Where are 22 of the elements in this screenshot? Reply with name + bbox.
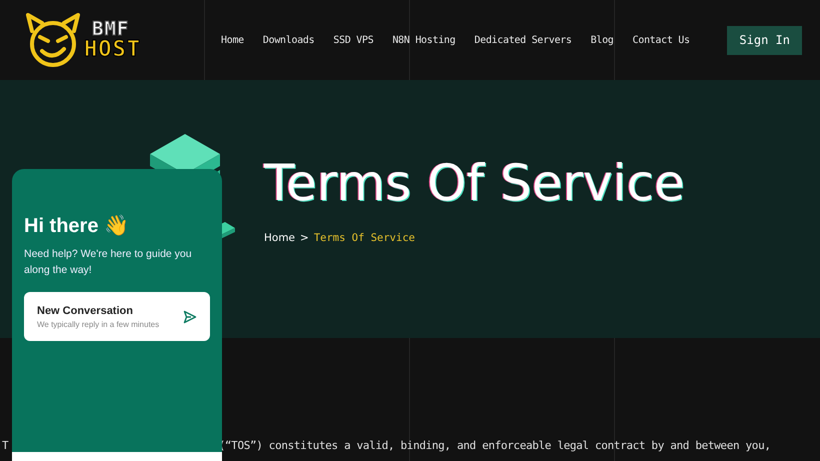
nav-link[interactable]: SSD VPS [333, 34, 374, 46]
breadcrumb-link[interactable]: > [300, 232, 309, 244]
send-icon[interactable] [183, 310, 197, 324]
greeting-heading: Hi there 👋 [24, 214, 130, 238]
logo-text: BMF [92, 20, 130, 38]
devil-face-icon [24, 11, 82, 69]
nav-link[interactable]: Home [221, 34, 244, 46]
card-title: New Conversation [37, 304, 134, 316]
greeting-text: Need help? We're here to guide you along the way! [24, 247, 193, 278]
new-conversation-card[interactable]: New Conversation We typically reply in a few minutes [24, 292, 210, 341]
logo-text: HOST [84, 38, 141, 60]
nav-link[interactable]: N8N Hosting [392, 34, 456, 46]
breadcrumb-link[interactable]: Home [264, 232, 296, 244]
nav-link[interactable]: Blog [590, 34, 614, 46]
breadcrumb-current: Terms Of Service [314, 232, 415, 244]
page-title: Terms Of Service [264, 158, 685, 208]
sign-in-button[interactable]: Sign In [727, 26, 802, 54]
nav-link[interactable]: Contact Us [632, 34, 690, 46]
body-text: T [2, 439, 9, 452]
nav-link[interactable]: Dedicated Servers [474, 34, 572, 46]
card-subtitle: We typically reply in a few minutes [37, 320, 160, 328]
nav-link[interactable]: Downloads [262, 34, 314, 46]
